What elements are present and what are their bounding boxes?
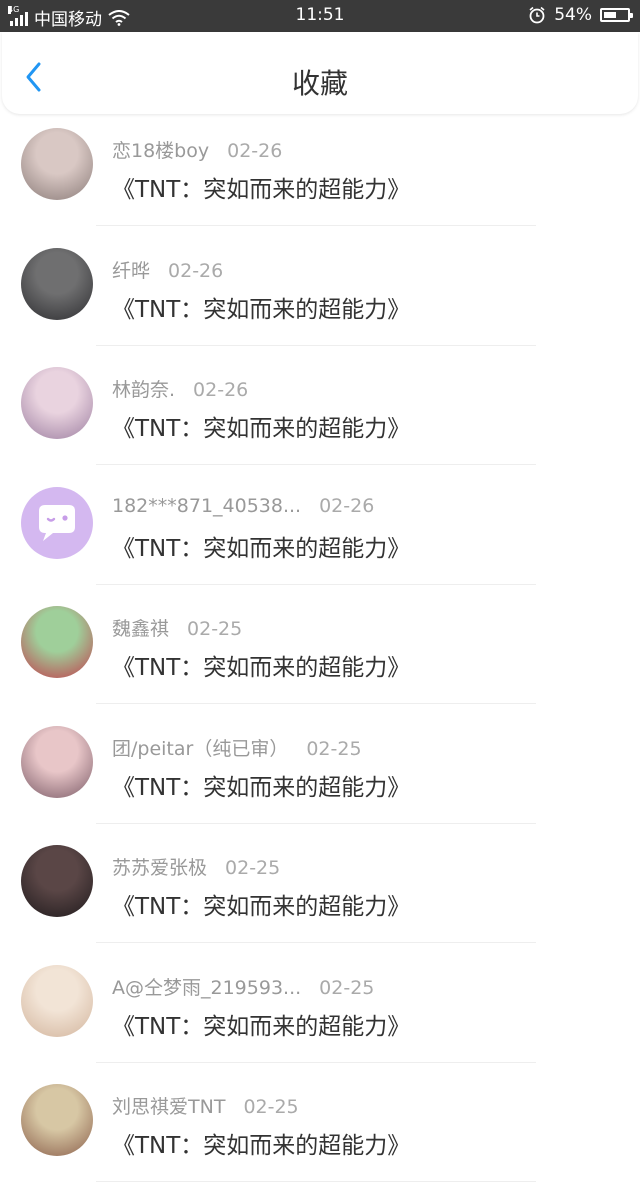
favorite-item[interactable]: 林韵奈. 02-26 《TNT：突如而来的超能力》 — [0, 357, 640, 477]
row-divider — [96, 225, 536, 226]
favorite-item[interactable]: 刘思祺爱TNT 02-25 《TNT：突如而来的超能力》 — [0, 1074, 640, 1194]
row-divider — [96, 464, 536, 465]
user-avatar[interactable] — [21, 725, 93, 798]
status-bar: 4G 中国移动 11:51 54% — [0, 0, 640, 32]
favorite-item[interactable]: 182***871_40538... 02-26 《TNT：突如而来的超能力》 — [0, 477, 640, 597]
username[interactable]: A@仝梦雨_219593... — [112, 977, 301, 999]
battery-percent: 54% — [554, 5, 592, 25]
favorite-item[interactable]: 苏苏爱张极 02-25 《TNT：突如而来的超能力》 — [0, 835, 640, 955]
default-avatar-chat-icon — [39, 504, 75, 541]
username[interactable]: 魏鑫祺 — [112, 618, 169, 640]
user-avatar[interactable] — [21, 128, 93, 200]
story-title[interactable]: 《TNT：突如而来的超能力》 — [112, 768, 410, 802]
favorite-date: 02-26 — [168, 259, 224, 282]
item-meta: A@仝梦雨_219593... 02-25 — [112, 973, 374, 1000]
favorite-item[interactable]: A@仝梦雨_219593... 02-25 《TNT：突如而来的超能力》 — [0, 955, 640, 1075]
row-divider — [96, 344, 536, 346]
user-avatar[interactable] — [21, 1084, 93, 1156]
item-meta: 苏苏爱张极 02-25 — [112, 853, 280, 880]
username[interactable]: 团/peitar（纯已审） — [112, 738, 288, 760]
favorite-item[interactable]: 团/peitar（纯已审） 02-25 《TNT：突如而来的超能力》 — [0, 716, 640, 836]
favorite-date: 02-26 — [227, 140, 283, 162]
item-meta: 纤晔 02-26 — [112, 256, 223, 283]
row-divider — [96, 1061, 536, 1063]
favorites-list: 恋18楼boy 02-26 《TNT：突如而来的超能力》 纤晔 02-26 《TNT：突如… — [0, 118, 640, 1194]
row-divider — [96, 942, 536, 943]
alarm-clock-icon — [529, 6, 545, 24]
story-title[interactable]: 《TNT：突如而来的超能力》 — [112, 887, 410, 921]
row-divider — [96, 703, 536, 704]
favorite-item[interactable]: 纤晔 02-26 《TNT：突如而来的超能力》 — [0, 238, 640, 358]
user-avatar[interactable] — [21, 247, 93, 320]
header-bar: 收藏 — [2, 32, 638, 114]
battery-icon — [600, 8, 633, 22]
favorite-date: 02-26 — [319, 494, 375, 517]
row-divider — [96, 1181, 536, 1182]
favorite-date: 02-25 — [187, 618, 243, 640]
user-avatar[interactable] — [21, 367, 93, 439]
user-avatar[interactable] — [21, 486, 93, 559]
favorite-date: 02-26 — [193, 379, 249, 401]
username[interactable]: 纤晔 — [112, 260, 150, 282]
story-title[interactable]: 《TNT：突如而来的超能力》 — [112, 648, 410, 682]
favorite-date: 02-25 — [225, 857, 281, 879]
favorite-date: 02-25 — [243, 1096, 299, 1118]
battery-fill — [604, 12, 616, 18]
favorite-item[interactable]: 恋18楼boy 02-26 《TNT：突如而来的超能力》 — [0, 118, 640, 238]
item-meta: 林韵奈. 02-26 — [112, 375, 248, 402]
username[interactable]: 恋18楼boy — [112, 140, 209, 162]
item-meta: 182***871_40538... 02-26 — [112, 495, 374, 517]
favorite-date: 02-25 — [319, 976, 375, 999]
username[interactable]: 林韵奈. — [112, 379, 175, 401]
story-title[interactable]: 《TNT：突如而来的超能力》 — [112, 529, 410, 563]
user-avatar[interactable] — [21, 964, 93, 1037]
username[interactable]: 苏苏爱张极 — [112, 857, 207, 879]
row-divider — [96, 822, 536, 824]
page-title: 收藏 — [291, 67, 348, 100]
user-avatar[interactable] — [21, 845, 93, 917]
status-right: 54% — [528, 5, 633, 25]
item-meta: 魏鑫祺 02-25 — [112, 614, 242, 641]
story-title[interactable]: 《TNT：突如而来的超能力》 — [112, 409, 410, 443]
favorite-date: 02-25 — [306, 737, 362, 760]
favorite-item[interactable]: 魏鑫祺 02-25 《TNT：突如而来的超能力》 — [0, 596, 640, 716]
username[interactable]: 刘思祺爱TNT — [112, 1096, 225, 1118]
row-divider — [96, 583, 536, 585]
story-title[interactable]: 《TNT：突如而来的超能力》 — [112, 1007, 410, 1041]
username[interactable]: 182***871_40538... — [112, 495, 301, 517]
item-meta: 团/peitar（纯已审） 02-25 — [112, 734, 362, 761]
item-meta: 刘思祺爱TNT 02-25 — [112, 1092, 299, 1119]
story-title[interactable]: 《TNT：突如而来的超能力》 — [112, 1126, 410, 1160]
story-title[interactable]: 《TNT：突如而来的超能力》 — [112, 290, 410, 324]
story-title[interactable]: 《TNT：突如而来的超能力》 — [112, 170, 410, 204]
item-meta: 恋18楼boy 02-26 — [112, 136, 282, 163]
user-avatar[interactable] — [21, 606, 93, 678]
